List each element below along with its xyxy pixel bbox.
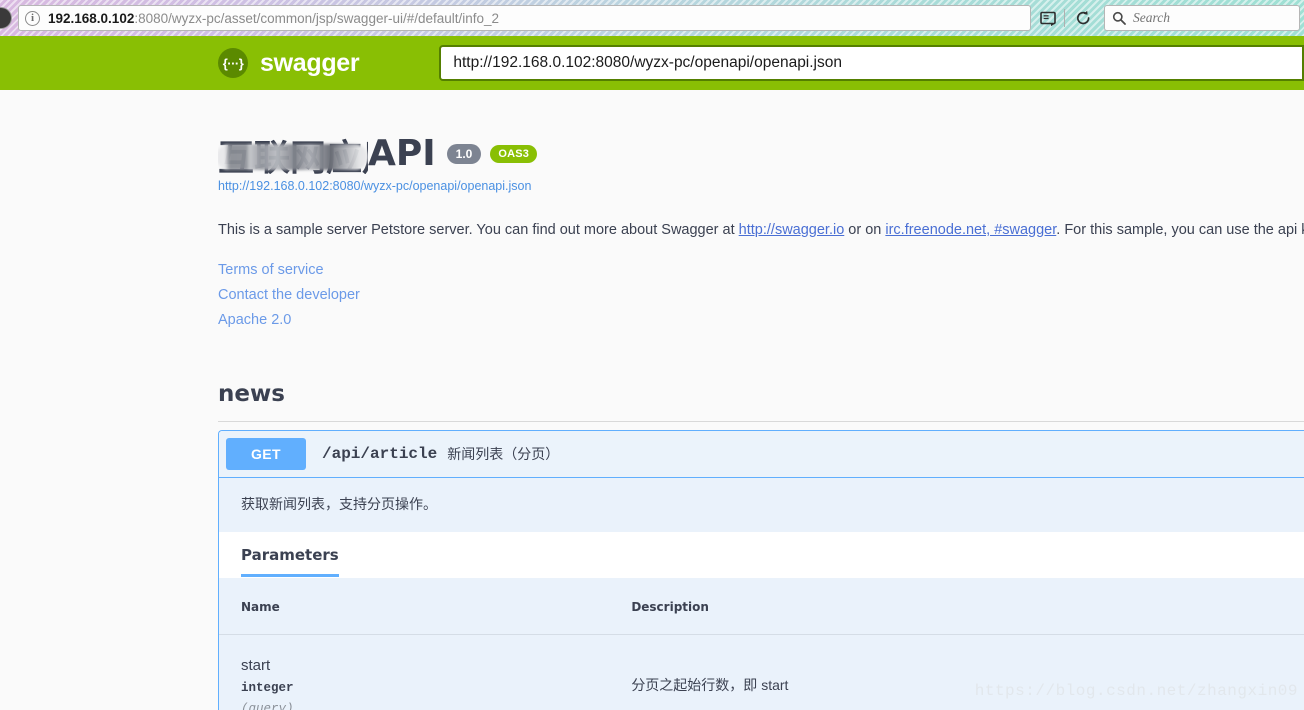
reload-icon[interactable]	[1068, 5, 1098, 31]
description-text-1: This is a sample server Petstore server.…	[218, 222, 739, 238]
address-bar-text: 192.168.0.102:8080/wyzx-pc/asset/common/…	[48, 11, 499, 26]
table-header-row: Name Description	[219, 577, 1304, 635]
irc-freenode-link[interactable]: irc.freenode.net, #swagger	[885, 222, 1056, 238]
api-title-row: 互联网应用 API 1.0 OAS3	[218, 134, 1304, 174]
parameter-name: start	[241, 656, 271, 674]
parameter-description-cell: 分页之起始行数，即 start	[631, 634, 1304, 710]
parameters-table: Name Description start integer (query) 分…	[219, 577, 1304, 710]
swagger-logo-icon: {···}	[218, 48, 248, 78]
spec-url-form	[439, 45, 1304, 81]
redaction-overlay	[218, 144, 368, 170]
api-title-redacted: 互联网应用	[218, 134, 368, 174]
opblock-body: 获取新闻列表，支持分页操作。 Parameters Name Descripti…	[219, 476, 1304, 710]
parameter-location: (query)	[241, 701, 294, 710]
reader-view-icon[interactable]	[1033, 5, 1063, 31]
oas-badge: OAS3	[490, 145, 538, 163]
tag-name: news	[218, 380, 285, 407]
browser-toolbar: i 192.168.0.102:8080/wyzx-pc/asset/commo…	[0, 0, 1304, 36]
license-link[interactable]: Apache 2.0	[218, 308, 1304, 333]
terms-of-service-link[interactable]: Terms of service	[218, 258, 1304, 283]
api-description: This is a sample server Petstore server.…	[218, 221, 1304, 240]
spec-url-link[interactable]: http://192.168.0.102:8080/wyzx-pc/openap…	[218, 179, 1304, 193]
parameters-table-head: Name Description	[219, 577, 1304, 635]
api-meta-links: Terms of service Contact the developer A…	[218, 258, 1304, 333]
browser-search-box[interactable]	[1104, 5, 1300, 31]
version-badge: 1.0	[446, 144, 482, 164]
reader-view-glyph	[1039, 11, 1056, 26]
description-text-3: . For this sample, you can use the api k…	[1056, 222, 1304, 238]
swagger-logo[interactable]: {···} swagger	[218, 48, 360, 78]
table-row: start integer (query) 分页之起始行数，即 start	[219, 634, 1304, 710]
spec-url-input[interactable]	[439, 45, 1304, 81]
reload-glyph	[1076, 10, 1089, 25]
address-bar[interactable]: i 192.168.0.102:8080/wyzx-pc/asset/commo…	[18, 5, 1031, 31]
parameter-name-cell: start integer (query)	[219, 634, 631, 710]
page-title: API	[368, 133, 436, 174]
back-arrow-icon[interactable]	[0, 7, 12, 29]
opblock-summary[interactable]: GET /api/article 新闻列表（分页）	[219, 430, 1304, 477]
parameter-type: integer	[241, 680, 294, 695]
parameter-description: 分页之起始行数，即 start	[631, 676, 789, 693]
parameters-section: Name Description start integer (query) 分…	[219, 577, 1304, 710]
address-path: :8080/wyzx-pc/asset/common/jsp/swagger-u…	[134, 10, 500, 26]
operation-description: 获取新闻列表，支持分页操作。	[219, 477, 1304, 532]
address-host: 192.168.0.102	[48, 10, 135, 26]
tag-section-news: news GET /api/article 新闻列表（分页） 获取新闻列表，支持…	[218, 381, 1304, 710]
column-header-name: Name	[219, 577, 632, 635]
operation-path: /api/article	[322, 444, 438, 463]
opblock-tabs: Parameters	[219, 531, 1304, 577]
column-header-description: Description	[631, 577, 1304, 635]
description-text-2: or on	[844, 222, 886, 238]
toolbar-divider	[1064, 9, 1065, 27]
swagger-logo-text: swagger	[260, 48, 360, 77]
swagger-io-link[interactable]: http://swagger.io	[739, 222, 845, 238]
api-info-block: 互联网应用 API 1.0 OAS3 http://192.168.0.102:…	[218, 90, 1304, 333]
contact-developer-link[interactable]: Contact the developer	[218, 283, 1304, 308]
content-container: 互联网应用 API 1.0 OAS3 http://192.168.0.102:…	[0, 90, 1304, 710]
search-icon	[1112, 11, 1126, 25]
http-method-badge: GET	[226, 437, 306, 470]
opblock-get-api-article: GET /api/article 新闻列表（分页） 获取新闻列表，支持分页操作。…	[218, 429, 1304, 710]
parameters-table-body: start integer (query) 分页之起始行数，即 start	[219, 634, 1304, 710]
tag-header[interactable]: news	[218, 381, 1304, 422]
operation-summary: 新闻列表（分页）	[447, 445, 560, 462]
swagger-topbar: {···} swagger	[0, 36, 1304, 90]
search-input[interactable]	[1133, 10, 1292, 26]
swagger-ui-page: 互联网应用 API 1.0 OAS3 http://192.168.0.102:…	[0, 90, 1304, 710]
tab-parameters[interactable]: Parameters	[241, 546, 339, 577]
info-circle-icon[interactable]: i	[25, 10, 40, 26]
